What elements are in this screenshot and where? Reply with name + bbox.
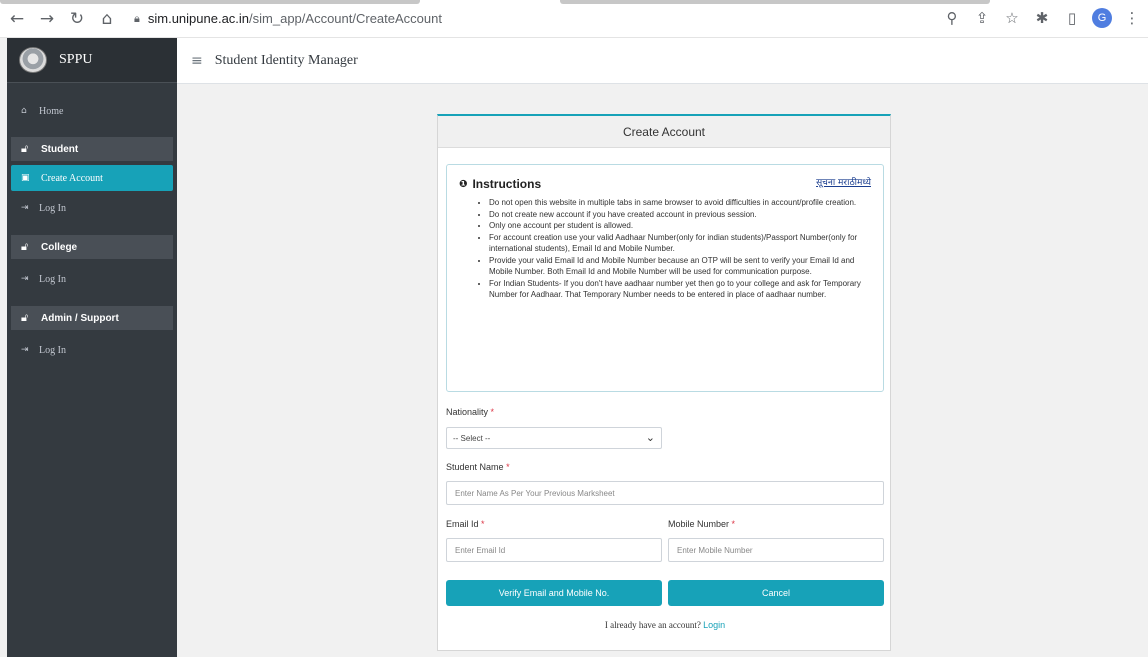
brand[interactable]: SPPU xyxy=(7,38,177,83)
mobile-label-text: Mobile Number xyxy=(668,519,730,529)
browser-toolbar: ← → ↻ ⌂ 🔒︎ sim.unipune.ac.in/sim_app/Acc… xyxy=(0,0,1148,38)
chevron-down-icon: ⌄ xyxy=(645,431,655,444)
nationality-label: Nationality * xyxy=(446,407,494,417)
page-title: Student Identity Manager xyxy=(214,52,358,68)
instructions-box: ❶ Instructions सूचना मराठीमध्ये Do not o… xyxy=(446,164,884,392)
lock-icon: 🔓︎ xyxy=(21,142,29,155)
sidebar-section-admin: 🔓︎ Admin / Support xyxy=(11,306,173,330)
instruction-item: Only one account per student is allowed. xyxy=(489,220,871,232)
profile-avatar[interactable]: G xyxy=(1092,8,1112,28)
sidebar-item-label: Log In xyxy=(39,273,66,285)
sidebar-item-student-login[interactable]: ⇥ Log In xyxy=(7,197,177,219)
nationality-label-text: Nationality xyxy=(446,407,489,417)
hamburger-menu-icon[interactable]: ≡ xyxy=(191,53,203,69)
extensions-icon[interactable]: ✱ xyxy=(1032,6,1052,30)
sidebar-item-label: Create Account xyxy=(41,172,103,184)
email-label: Email Id * xyxy=(446,519,485,529)
instruction-item: For account creation use your valid Aadh… xyxy=(489,232,871,255)
instruction-item: Do not open this website in multiple tab… xyxy=(489,197,871,209)
top-header: ≡ Student Identity Manager xyxy=(177,38,1148,84)
university-logo xyxy=(19,47,47,73)
sidebar: SPPU ⌂ Home 🔓︎ Student ▣ Create Account … xyxy=(7,38,177,657)
sidebar-item-home[interactable]: ⌂ Home xyxy=(7,100,177,122)
verify-email-mobile-button[interactable]: Verify Email and Mobile No. xyxy=(446,580,662,606)
sidebar-section-label: Admin / Support xyxy=(41,312,119,324)
student-name-input[interactable]: Enter Name As Per Your Previous Markshee… xyxy=(446,481,884,505)
login-prompt-text: I already have an account? xyxy=(604,620,701,630)
nationality-selected-value: -- Select -- xyxy=(453,433,491,443)
sidebar-section-label: College xyxy=(41,241,78,253)
lock-icon: 🔒︎ xyxy=(134,11,140,25)
create-account-card: Create Account ❶ Instructions सूचना मराठ… xyxy=(437,114,891,651)
browser-tab[interactable] xyxy=(0,0,420,4)
sidebar-item-label: Log In xyxy=(39,344,66,356)
address-bar[interactable]: 🔒︎ sim.unipune.ac.in/sim_app/Account/Cre… xyxy=(134,6,442,32)
side-panel-icon[interactable]: ▯ xyxy=(1062,6,1082,30)
marathi-instructions-link[interactable]: सूचना मराठीमध्ये xyxy=(816,175,871,188)
home-icon[interactable]: ⌂ xyxy=(94,6,120,32)
required-mark: * xyxy=(731,519,736,529)
login-icon: ⇥ xyxy=(21,345,29,355)
sidebar-item-admin-login[interactable]: ⇥ Log In xyxy=(7,339,177,361)
login-icon: ⇥ xyxy=(21,203,29,213)
share-icon[interactable]: ⇪ xyxy=(972,6,992,30)
url-domain: sim.unipune.ac.in xyxy=(147,11,250,26)
cancel-button[interactable]: Cancel xyxy=(668,580,884,606)
lock-icon: 🔓︎ xyxy=(21,240,29,253)
student-name-label-text: Student Name xyxy=(446,462,504,472)
email-field[interactable]: Enter Email Id xyxy=(446,538,662,562)
sidebar-item-create-account[interactable]: ▣ Create Account xyxy=(11,165,173,191)
instruction-item: For Indian Students- If you don't have a… xyxy=(489,278,871,301)
mobile-field[interactable]: Enter Mobile Number xyxy=(668,538,884,562)
student-name-label: Student Name * xyxy=(446,462,510,472)
required-mark: * xyxy=(490,407,495,417)
sidebar-item-label: Log In xyxy=(39,202,66,214)
instructions-heading: ❶ Instructions xyxy=(459,177,871,191)
bookmark-star-icon[interactable]: ☆ xyxy=(1002,6,1022,30)
instruction-item: Provide your valid Email Id and Mobile N… xyxy=(489,255,871,278)
instructions-title: Instructions xyxy=(472,177,542,191)
url-text: sim.unipune.ac.in/sim_app/Account/Create… xyxy=(148,11,442,26)
instructions-list: Do not open this website in multiple tab… xyxy=(459,197,871,301)
sidebar-item-label: Home xyxy=(39,105,64,117)
info-icon: ❶ xyxy=(459,178,468,190)
required-mark: * xyxy=(481,519,485,529)
forward-icon[interactable]: → xyxy=(34,6,60,32)
instruction-item: Do not create new account if you have cr… xyxy=(489,209,871,221)
lock-icon: 🔓︎ xyxy=(21,311,29,324)
brand-name: SPPU xyxy=(59,52,93,67)
login-icon: ⇥ xyxy=(21,274,29,284)
login-link[interactable]: Login xyxy=(703,620,725,630)
browser-tab[interactable] xyxy=(560,0,990,4)
login-prompt: I already have an account? Login xyxy=(438,620,892,630)
url-path: /sim_app/Account/CreateAccount xyxy=(249,11,442,26)
email-label-text: Email Id xyxy=(446,519,479,529)
sidebar-item-college-login[interactable]: ⇥ Log In xyxy=(7,268,177,290)
sidebar-section-label: Student xyxy=(41,143,79,155)
zoom-icon[interactable]: ⚲ xyxy=(942,6,962,30)
more-menu-icon[interactable]: ⋮ xyxy=(1122,6,1142,30)
card-title: Create Account xyxy=(438,116,890,148)
nationality-select[interactable]: -- Select -- ⌄ xyxy=(446,427,662,449)
reload-icon[interactable]: ↻ xyxy=(64,6,90,32)
mobile-label: Mobile Number * xyxy=(668,519,735,529)
required-mark: * xyxy=(506,462,510,472)
sidebar-section-college: 🔓︎ College xyxy=(11,235,173,259)
sidebar-section-student: 🔓︎ Student xyxy=(11,137,173,161)
back-icon[interactable]: ← xyxy=(4,6,30,32)
home-icon: ⌂ xyxy=(21,106,27,116)
id-card-icon: ▣ xyxy=(21,173,30,183)
